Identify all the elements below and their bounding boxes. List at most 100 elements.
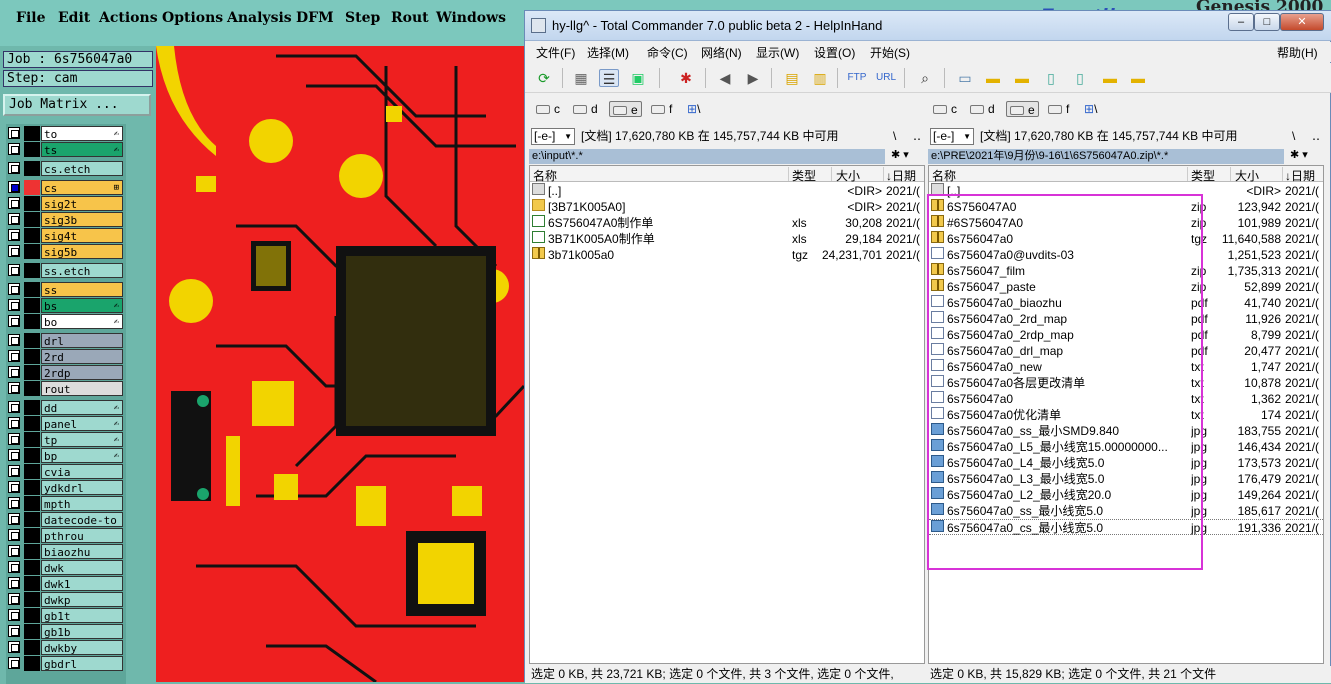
layer-name[interactable]: dwkp <box>41 592 123 607</box>
minimize-button[interactable]: – <box>1228 13 1254 31</box>
tc-menu-command[interactable]: 命令(C) <box>647 44 688 61</box>
layer-row-sig4t[interactable]: sig4t <box>6 228 124 243</box>
folder-icon-3[interactable]: ▬ <box>1100 69 1120 87</box>
right-col-name[interactable]: 名称 <box>932 167 1188 183</box>
layer-name[interactable]: cs.etch <box>41 161 123 176</box>
unpack-icon[interactable]: ▥ <box>810 69 830 87</box>
refresh-icon[interactable]: ⟳ <box>534 69 554 87</box>
layer-row-sig5b[interactable]: sig5b <box>6 244 124 259</box>
layer-row-2rdp[interactable]: 2rdp <box>6 365 124 380</box>
layer-checkbox[interactable] <box>8 315 20 327</box>
tc-menu-start[interactable]: 开始(S) <box>870 44 910 61</box>
layer-name[interactable]: sig3b <box>41 212 123 227</box>
left-drive-d[interactable]: d <box>573 101 598 117</box>
layer-row-ts[interactable]: ts ✍ <box>6 142 124 157</box>
layer-row-dwkp[interactable]: dwkp <box>6 592 124 607</box>
layer-row-dd[interactable]: dd ✍ <box>6 400 124 415</box>
tc-titlebar[interactable]: hy-llg^ - Total Commander 7.0 public bet… <box>525 11 1331 41</box>
layer-checkbox[interactable] <box>8 513 20 525</box>
layer-checkbox[interactable] <box>8 264 20 276</box>
layer-name[interactable]: 2rdp <box>41 365 123 380</box>
thumbnail-view-icon[interactable]: ▣ <box>628 69 648 87</box>
folder-icon[interactable]: ▬ <box>983 69 1003 87</box>
layer-checkbox[interactable] <box>8 127 20 139</box>
tc-menu-view[interactable]: 显示(W) <box>756 44 799 61</box>
layer-row-2rd[interactable]: 2rd <box>6 349 124 364</box>
layer-checkbox[interactable] <box>8 197 20 209</box>
invert-selection-icon[interactable]: ✱ <box>676 69 696 87</box>
layer-checkbox[interactable] <box>8 657 20 669</box>
layer-name[interactable]: gbdrl <box>41 656 123 671</box>
notepad-icon[interactable]: ▯ <box>1041 69 1061 87</box>
layer-name[interactable]: cs ⊞ <box>41 180 123 195</box>
menu-windows[interactable]: Windows <box>436 10 506 26</box>
layer-checkbox[interactable] <box>8 529 20 541</box>
pcb-canvas[interactable] <box>156 46 524 682</box>
layer-checkbox[interactable] <box>8 143 20 155</box>
layer-checkbox[interactable] <box>8 350 20 362</box>
layer-name[interactable]: tp ✍ <box>41 432 123 447</box>
pack-icon[interactable]: ▤ <box>782 69 802 87</box>
file-row[interactable]: 3b71k005a0 tgz 24,231,701 2021/( <box>530 247 924 263</box>
layer-row-gbdrl[interactable]: gbdrl <box>6 656 124 671</box>
left-path[interactable]: e:\input\*.* <box>529 149 885 164</box>
menu-dfm[interactable]: DFM <box>296 10 334 26</box>
layer-row-tp[interactable]: tp ✍ <box>6 432 124 447</box>
layer-row-gb1b[interactable]: gb1b <box>6 624 124 639</box>
layer-row-bs[interactable]: bs ✍ <box>6 298 124 313</box>
right-drive-d[interactable]: d <box>970 101 995 117</box>
forward-icon[interactable]: ▶ <box>743 69 763 87</box>
layer-checkbox[interactable] <box>8 299 20 311</box>
layer-name[interactable]: datecode-to <box>41 512 123 527</box>
layer-row-ss.etch[interactable]: ss.etch <box>6 263 124 278</box>
menu-analysis[interactable]: Analysis <box>227 10 292 26</box>
tc-menu-select[interactable]: 选择(M) <box>587 44 629 61</box>
maximize-button[interactable]: □ <box>1254 13 1280 31</box>
left-network-drive[interactable]: ⊞\ <box>687 101 700 117</box>
layer-row-ydkdrl[interactable]: ydkdrl <box>6 480 124 495</box>
layer-row-cvia[interactable]: cvia <box>6 464 124 479</box>
layer-name[interactable]: bp ✍ <box>41 448 123 463</box>
layer-row-panel[interactable]: panel ✍ <box>6 416 124 431</box>
layer-name[interactable]: sig4t <box>41 228 123 243</box>
close-button[interactable]: ✕ <box>1280 13 1324 31</box>
menu-file[interactable]: File <box>16 10 45 26</box>
left-drive-f[interactable]: f <box>651 101 672 117</box>
notepad-icon-2[interactable]: ▯ <box>1070 69 1090 87</box>
layer-row-dwk[interactable]: dwk <box>6 560 124 575</box>
layer-row-cs[interactable]: cs ⊞ <box>6 180 124 195</box>
layer-row-rout[interactable]: rout <box>6 381 124 396</box>
left-history-button[interactable]: ✱ ▾ <box>891 148 909 161</box>
layer-name[interactable]: dwkby <box>41 640 123 655</box>
layer-checkbox[interactable] <box>8 561 20 573</box>
layer-row-sig3b[interactable]: sig3b <box>6 212 124 227</box>
search-icon[interactable]: ⌕ <box>915 69 935 87</box>
layer-name[interactable]: pthrou <box>41 528 123 543</box>
right-root-button[interactable]: \ <box>1292 126 1295 146</box>
layer-checkbox[interactable] <box>8 497 20 509</box>
folder-icon-4[interactable]: ▬ <box>1128 69 1148 87</box>
layer-row-to[interactable]: to ✍ <box>6 126 124 141</box>
left-col-size[interactable]: 大小 <box>836 167 884 183</box>
layer-name[interactable]: bs ✍ <box>41 298 123 313</box>
file-row[interactable]: 6S756047A0制作单 xls 30,208 2021/( <box>530 215 924 231</box>
layer-checkbox[interactable] <box>8 641 20 653</box>
left-col-name[interactable]: 名称 <box>533 167 789 183</box>
calculator-icon[interactable]: ▭ <box>955 69 975 87</box>
menu-options[interactable]: Options <box>162 10 223 26</box>
layer-name[interactable]: to ✍ <box>41 126 123 141</box>
layer-row-drl[interactable]: drl <box>6 333 124 348</box>
layer-row-biaozhu[interactable]: biaozhu <box>6 544 124 559</box>
layer-name[interactable]: rout <box>41 381 123 396</box>
layer-row-gb1t[interactable]: gb1t <box>6 608 124 623</box>
right-drive-e[interactable]: e <box>1006 101 1039 117</box>
layer-checkbox[interactable] <box>8 449 20 461</box>
right-drive-select[interactable]: [-e-] <box>930 128 974 145</box>
layer-name[interactable]: drl <box>41 333 123 348</box>
layer-name[interactable]: biaozhu <box>41 544 123 559</box>
layer-row-datecode-to[interactable]: datecode-to <box>6 512 124 527</box>
tc-menu-help[interactable]: 帮助(H) <box>1277 44 1318 61</box>
layer-checkbox[interactable] <box>8 283 20 295</box>
left-col-date[interactable]: ↓日期 <box>886 167 924 183</box>
layer-row-pthrou[interactable]: pthrou <box>6 528 124 543</box>
